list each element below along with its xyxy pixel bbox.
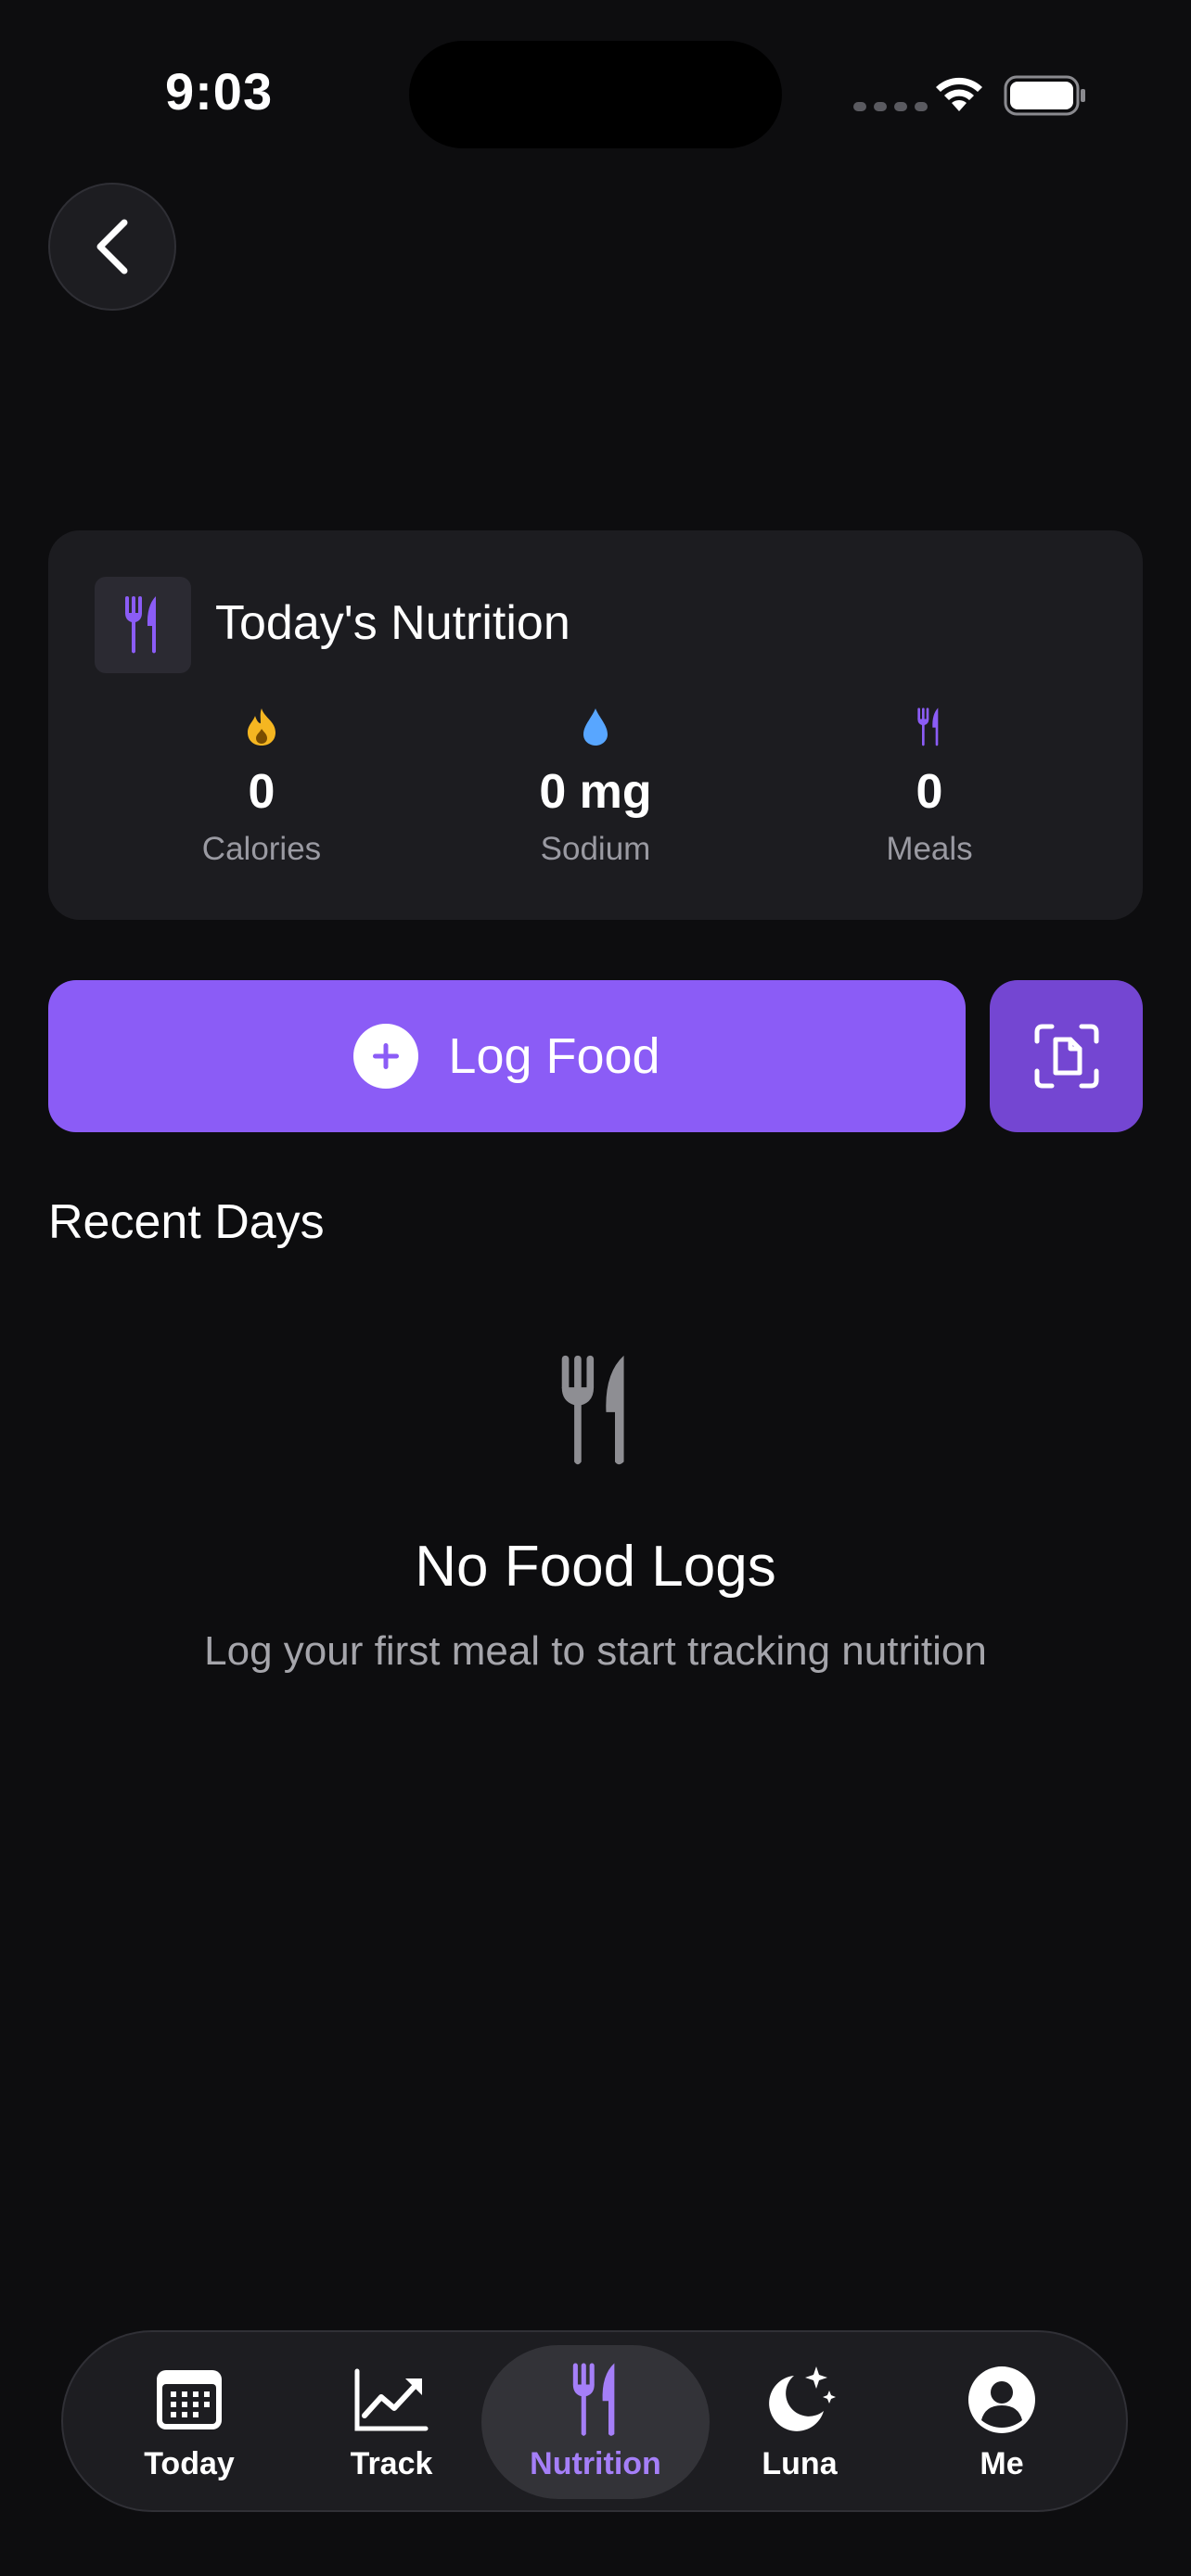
tab-me-label: Me: [980, 2445, 1024, 2481]
chart-trend-icon: [354, 2368, 429, 2430]
sodium-value: 0 mg: [539, 765, 652, 819]
sodium-label: Sodium: [540, 831, 651, 867]
nutrition-card-icon-box: [95, 577, 191, 673]
tab-today-label: Today: [144, 2445, 235, 2481]
stat-calories: 0 Calories: [122, 707, 401, 868]
recent-days-title: Recent Days: [48, 1195, 325, 1249]
empty-state-title: No Food Logs: [415, 1535, 776, 1599]
log-food-button[interactable]: Log Food: [48, 980, 966, 1132]
stat-meals: 0 Meals: [790, 707, 1069, 868]
drop-icon: [583, 708, 608, 746]
fork-knife-icon: [125, 596, 156, 654]
calendar-icon: [157, 2369, 222, 2429]
log-food-label: Log Food: [448, 1028, 660, 1084]
status-time: 9:03: [165, 62, 274, 121]
chevron-left-icon: [96, 219, 128, 274]
calories-label: Calories: [201, 831, 322, 867]
dynamic-island: [409, 41, 782, 148]
tab-luna[interactable]: Luna: [698, 2345, 902, 2499]
tab-luna-label: Luna: [762, 2445, 838, 2481]
scan-food-button[interactable]: [990, 980, 1143, 1132]
stat-sodium: 0 mg Sodium: [456, 707, 735, 868]
meals-value: 0: [916, 765, 943, 819]
empty-state-subtitle: Log your first meal to start tracking nu…: [204, 1628, 987, 1674]
flame-icon: [248, 708, 275, 746]
moon-stars-icon: [769, 2366, 836, 2431]
tab-track[interactable]: Track: [289, 2345, 493, 2499]
person-circle-icon: [968, 2366, 1035, 2433]
document-scan-icon: [1034, 1024, 1098, 1089]
plus-circle-icon: [353, 1024, 419, 1089]
tab-today[interactable]: Today: [87, 2345, 291, 2499]
calories-value: 0: [248, 765, 275, 819]
wifi-icon: [936, 77, 982, 111]
tab-nutrition-label: Nutrition: [530, 2445, 661, 2481]
fork-knife-icon: [561, 1355, 624, 1465]
back-button[interactable]: [48, 183, 176, 311]
tab-bar: Today Track Nutrition Luna Me: [61, 2330, 1128, 2512]
meals-label: Meals: [886, 831, 973, 867]
cellular-signal-icon: [853, 102, 928, 111]
tab-nutrition[interactable]: Nutrition: [481, 2345, 710, 2499]
battery-icon: [1004, 75, 1085, 116]
card-title: Today's Nutrition: [215, 596, 570, 650]
fork-knife-icon: [917, 708, 939, 746]
tab-me[interactable]: Me: [900, 2345, 1104, 2499]
tab-track-label: Track: [350, 2445, 433, 2481]
fork-knife-icon: [572, 2363, 615, 2436]
todays-nutrition-card: Today's Nutrition 0 Calories 0 mg Sodium: [48, 530, 1143, 920]
